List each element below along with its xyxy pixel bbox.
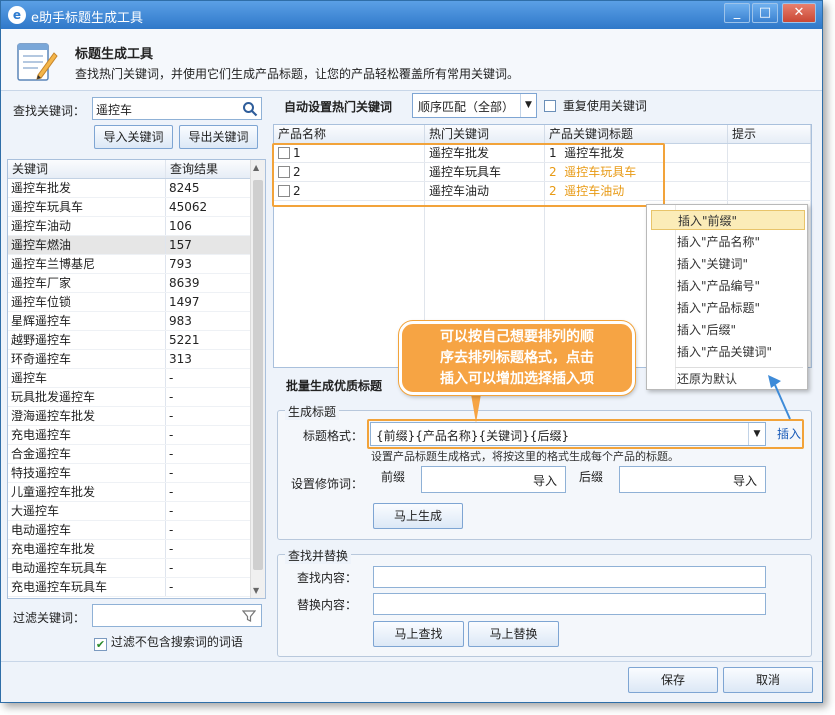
- callout-line-1: 可以按自己想要排列的顺: [440, 329, 594, 345]
- main-window: e e助手标题生成工具 _ □ ✕ 标题生成工具 查找热门关键词，并使用它们生成…: [0, 0, 823, 703]
- callout-line-3: 插入可以增加选择插入项: [440, 371, 594, 387]
- insert-arrow-line: [774, 384, 791, 420]
- callout-line-2: 序去排列标题格式，点击: [440, 350, 594, 366]
- callout-pointer: [471, 394, 481, 423]
- instruction-callout: 可以按自己想要排列的顺 序去排列标题格式，点击 插入可以增加选择插入项: [399, 321, 635, 395]
